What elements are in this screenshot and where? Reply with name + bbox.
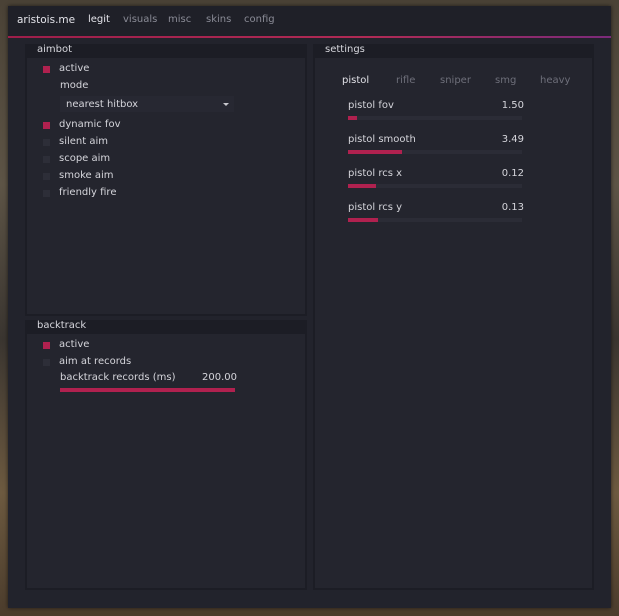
dynamic-fov-checkbox[interactable] [43, 122, 50, 129]
scope-aim-checkbox[interactable] [43, 156, 50, 163]
aimbot-active-checkbox[interactable] [43, 66, 50, 73]
backtrack-active-checkbox[interactable] [43, 342, 50, 349]
pistol-rcs-x-value: 0.12 [501, 168, 524, 179]
smoke-aim-label: smoke aim [59, 170, 114, 181]
weapon-tab-sniper[interactable]: sniper [440, 75, 471, 86]
silent-aim-checkbox[interactable] [43, 139, 50, 146]
pistol-rcs-x-label: pistol rcs x [348, 168, 403, 179]
smoke-aim-checkbox[interactable] [43, 173, 50, 180]
tab-skins[interactable]: skins [206, 14, 231, 25]
pistol-rcs-y-value: 0.13 [501, 202, 524, 213]
aimbot-mode-select[interactable]: nearest hitbox [60, 96, 234, 112]
pistol-rcs-x-slider[interactable] [348, 184, 522, 188]
tab-visuals[interactable]: visuals [123, 14, 157, 25]
pistol-smooth-value: 3.49 [501, 134, 524, 145]
aimbot-title: aimbot [37, 44, 73, 55]
weapon-tab-rifle[interactable]: rifle [396, 75, 415, 86]
pistol-fov-fill [348, 116, 357, 120]
silent-aim-label: silent aim [59, 136, 109, 147]
pistol-fov-value: 1.50 [501, 100, 524, 111]
pistol-rcs-y-label: pistol rcs y [348, 202, 403, 213]
backtrack-title: backtrack [37, 320, 87, 331]
dynamic-fov-label: dynamic fov [59, 119, 121, 130]
chevron-down-icon [223, 103, 229, 106]
pistol-smooth-fill [348, 150, 402, 154]
settings-title: settings [325, 44, 365, 55]
aim-at-records-checkbox[interactable] [43, 359, 50, 366]
brand-title: aristois.me [17, 14, 76, 26]
tab-legit[interactable]: legit [88, 14, 110, 25]
weapon-tab-pistol[interactable]: pistol [342, 75, 369, 86]
scope-aim-label: scope aim [59, 153, 111, 164]
settings-panel: settings [313, 44, 594, 590]
weapon-tab-heavy[interactable]: heavy [540, 75, 570, 86]
backtrack-records-value: 200.00 [202, 372, 237, 383]
pistol-smooth-label: pistol smooth [348, 134, 416, 145]
top-bar: aristois.me legit visuals misc skins con… [8, 6, 611, 36]
backtrack-records-fill [60, 388, 235, 392]
accent-divider [8, 36, 611, 38]
pistol-rcs-y-slider[interactable] [348, 218, 522, 222]
weapon-tab-smg[interactable]: smg [495, 75, 516, 86]
pistol-fov-slider[interactable] [348, 116, 522, 120]
tab-config[interactable]: config [244, 14, 275, 25]
tab-misc[interactable]: misc [168, 14, 191, 25]
pistol-fov-label: pistol fov [348, 100, 394, 111]
aim-at-records-label: aim at records [59, 356, 132, 367]
backtrack-records-slider[interactable] [60, 388, 235, 392]
friendly-fire-label: friendly fire [59, 187, 117, 198]
pistol-smooth-slider[interactable] [348, 150, 522, 154]
pistol-rcs-y-fill [348, 218, 378, 222]
pistol-rcs-x-fill [348, 184, 376, 188]
aimbot-mode-label: mode [60, 80, 89, 91]
aimbot-active-label: active [59, 63, 90, 74]
friendly-fire-checkbox[interactable] [43, 190, 50, 197]
aimbot-mode-value: nearest hitbox [66, 99, 139, 110]
backtrack-active-label: active [59, 339, 90, 350]
backtrack-records-label: backtrack records (ms) [60, 372, 176, 383]
